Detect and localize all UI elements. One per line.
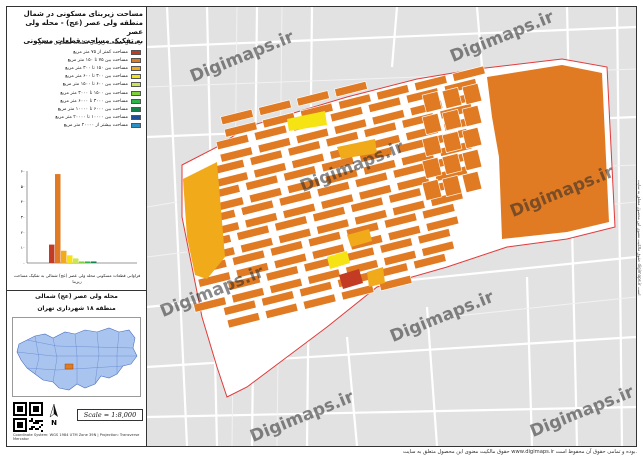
legend-swatch: [131, 98, 141, 104]
scale-box: Scale = 1:8,000: [77, 409, 143, 421]
legend-swatch: [131, 74, 141, 80]
legend-label: مساحت بین ۱۵۰۰ تا ۳۰۰۰ متر مربع: [60, 90, 128, 96]
histogram-bar: [85, 261, 91, 263]
histogram-y-tick: ۲۰: [21, 230, 25, 235]
legend-item: مساحت بیشتر از ۲۰۰۰۰ متر مربع: [13, 122, 141, 130]
histogram-bar: [49, 244, 55, 263]
legend-label: مساحت بیشتر از ۲۰۰۰۰ متر مربع: [63, 123, 128, 129]
legend-item: مساحت کمتر از ۷۵ متر مربع: [13, 48, 141, 56]
legend-item: مساحت بین ۶۰۰ تا ۱۵۰۰ متر مربع: [13, 81, 141, 89]
histogram-y-tick: ۳۰: [21, 215, 25, 220]
legend-label: مساحت بین ۶۰۰۰ تا ۱۰۰۰۰ متر مربع: [57, 106, 128, 112]
parcel-block: [220, 108, 254, 126]
divider: [7, 290, 146, 291]
north-letter: N: [51, 419, 57, 427]
histogram-bar: [55, 174, 61, 263]
histogram-y-tick: ۶۰: [21, 169, 25, 174]
legend-label: مساحت کمتر از ۷۵ متر مربع: [73, 49, 128, 55]
histogram-bar: [67, 255, 73, 263]
copyright-footer: حقوق مالکیت معنوی این محصول متعلق به سای…: [403, 449, 637, 455]
legend-item: مساحت بین ۳۰۰ تا ۶۰۰ متر مربع: [13, 73, 141, 81]
legend-title: راهنمای مساحت زیربنای قطعات مسکونی شمالی: [37, 40, 141, 46]
legend-label: مساحت بین ۶۰۰ تا ۱۵۰۰ متر مربع: [62, 82, 128, 88]
legend-panel: مساحت زیربنای مسکونی در شمال منطقه ولی ع…: [7, 7, 147, 446]
histogram-bar: [73, 258, 79, 263]
histogram-axis: [26, 171, 137, 264]
legend-swatch: [131, 90, 141, 96]
map-canvas: Digimaps.ir Digimaps.ir Digimaps.ir Digi…: [147, 7, 636, 446]
municipality-zone: منطقه ۱۸ شهرداری تهران: [37, 305, 116, 312]
histogram-y-tick: ۵۰: [21, 184, 25, 189]
large-parcel-east: [487, 65, 609, 239]
map-frame: مساحت زیربنای مسکونی در شمال منطقه ولی ع…: [6, 6, 637, 447]
legend-item: مساحت بین ۱۵۰۰ تا ۳۰۰۰ متر مربع: [13, 89, 141, 97]
legend-swatch: [131, 65, 141, 71]
legend-swatch: [131, 57, 141, 63]
legend-item: مساحت بین ۶۰۰۰ تا ۱۰۰۰۰ متر مربع: [13, 105, 141, 113]
qr-code: [13, 402, 43, 432]
locator-map: [12, 317, 141, 397]
legend-item: مساحت بین ۷۵ تا ۱۵۰ متر مربع: [13, 56, 141, 64]
legend-list: مساحت کمتر از ۷۵ متر مربع مساحت بین ۷۵ تا…: [13, 48, 141, 130]
legend-label: مساحت بین ۷۵ تا ۱۵۰ متر مربع: [67, 57, 128, 63]
histogram-caption: فراوانی قطعات مسکونی محله ولی عصر (عج) ش…: [13, 273, 141, 284]
legend-swatch: [131, 49, 141, 55]
histogram-y-tick: ۱۰: [21, 245, 25, 250]
side-copyright: حقوق مالکیت معنوی این محصول متعلق به سای…: [637, 180, 642, 296]
title-line-1: مساحت زیربنای مسکونی در شمال: [23, 10, 143, 18]
district-name: محله ولی عصر (عج) شمالی: [35, 293, 118, 300]
legend-item: مساحت بین ۳۰۰۰ تا ۶۰۰۰ متر مربع: [13, 97, 141, 105]
legend-label: مساحت بین ۱۵۰ تا ۳۰۰ متر مربع: [65, 65, 128, 71]
legend-label: مساحت بین ۳۰۰ تا ۶۰۰ متر مربع: [65, 74, 128, 80]
legend-label: مساحت بین ۳۰۰۰ تا ۶۰۰۰ متر مربع: [60, 98, 128, 104]
histogram-bar: [79, 261, 85, 263]
area-histogram: ۰ ۱۰ ۲۰ ۳۰ ۴۰ ۵۰ ۶۰: [21, 169, 137, 266]
histogram-y-tick: ۰: [23, 261, 25, 266]
study-area-marker: [64, 363, 74, 370]
histogram-y-tick: ۴۰: [21, 199, 25, 204]
legend-swatch: [131, 123, 141, 129]
histogram-bar: [91, 261, 97, 263]
legend-item: مساحت بین ۱۰۰۰۰ تا ۲۰۰۰۰ متر مربع: [13, 114, 141, 122]
legend-item: مساحت بین ۱۵۰ تا ۳۰۰ متر مربع: [13, 64, 141, 72]
title-line-2: منطقه ولی عصر (عج) - محله ولی عصر: [25, 19, 143, 36]
legend-label: مساحت بین ۱۰۰۰۰ تا ۲۰۰۰۰ متر مربع: [55, 115, 128, 121]
coordinate-credit: Coordinate System: WGS 1984 UTM Zone 39N…: [13, 433, 140, 441]
parcel-block: [258, 99, 292, 116]
histogram-bar: [61, 250, 67, 263]
legend-swatch: [131, 82, 141, 88]
legend-swatch: [131, 106, 141, 112]
north-arrow-icon: N: [49, 403, 58, 427]
legend-swatch: [131, 115, 141, 121]
